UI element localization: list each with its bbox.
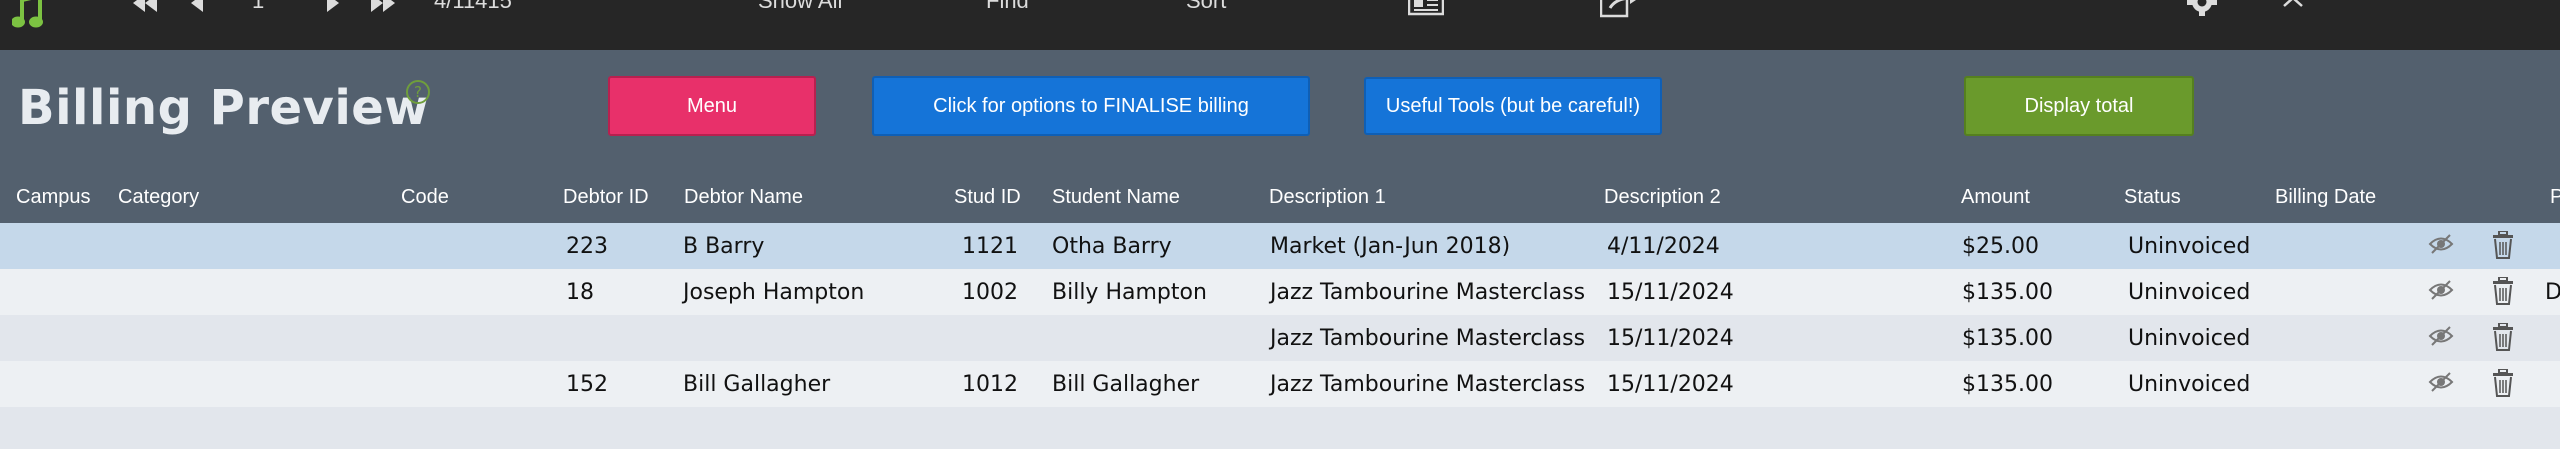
trash-icon[interactable] bbox=[2492, 322, 2514, 356]
table-row[interactable]: 18 Joseph Hampton 1002 Billy Hampton Jaz… bbox=[0, 269, 2560, 315]
description-2-cell[interactable]: 15/11/2024 bbox=[1607, 280, 1734, 305]
stud-id-cell[interactable]: 1012 bbox=[962, 372, 1018, 397]
column-header-category[interactable]: Category bbox=[118, 186, 199, 209]
show-all-button[interactable]: Show All bbox=[758, 0, 842, 12]
menu-button[interactable]: Menu bbox=[608, 76, 816, 136]
stud-id-cell[interactable]: 1121 bbox=[962, 234, 1018, 259]
help-icon[interactable]: ? bbox=[406, 80, 430, 104]
header-panel: Billing Preview ? Menu Click for options… bbox=[0, 50, 2560, 223]
column-header-status[interactable]: Status bbox=[2124, 186, 2181, 209]
close-icon[interactable] bbox=[2282, 0, 2304, 12]
sort-button[interactable]: Sort bbox=[1186, 0, 1226, 12]
status-cell[interactable]: Uninvoiced bbox=[2128, 234, 2250, 259]
extra-cell: D bbox=[2545, 280, 2560, 305]
debtor-name-cell[interactable]: B Barry bbox=[683, 234, 764, 259]
trash-icon[interactable] bbox=[2492, 276, 2514, 310]
description-2-cell[interactable]: 15/11/2024 bbox=[1607, 372, 1734, 397]
contact-card-icon[interactable] bbox=[1408, 0, 1444, 16]
description-2-cell[interactable]: 15/11/2024 bbox=[1607, 326, 1734, 351]
column-header-debtor-name[interactable]: Debtor Name bbox=[684, 186, 803, 209]
column-header-description-1[interactable]: Description 1 bbox=[1269, 186, 1386, 209]
student-name-cell[interactable]: Bill Gallagher bbox=[1052, 372, 1199, 397]
prev-record-icon[interactable] bbox=[190, 0, 204, 12]
page-title: Billing Preview bbox=[18, 80, 430, 136]
find-button[interactable]: Find bbox=[986, 0, 1029, 12]
status-cell[interactable]: Uninvoiced bbox=[2128, 326, 2250, 351]
column-header-description-2[interactable]: Description 2 bbox=[1604, 186, 1721, 209]
debtor-name-cell[interactable]: Joseph Hampton bbox=[683, 280, 864, 305]
hide-icon[interactable] bbox=[2428, 323, 2454, 354]
first-record-icon[interactable] bbox=[132, 0, 158, 12]
status-cell[interactable]: Uninvoiced bbox=[2128, 372, 2250, 397]
description-1-cell[interactable]: Jazz Tambourine Masterclass bbox=[1270, 326, 1585, 351]
record-count: 4/11415 bbox=[434, 0, 512, 13]
finalise-billing-button[interactable]: Click for options to FINALISE billing bbox=[872, 76, 1310, 136]
debtor-name-cell[interactable]: Bill Gallagher bbox=[683, 372, 830, 397]
gear-icon[interactable] bbox=[2186, 0, 2218, 20]
student-name-cell[interactable]: Otha Barry bbox=[1052, 234, 1172, 259]
table-row[interactable]: 223 B Barry 1121 Otha Barry Market (Jan-… bbox=[0, 223, 2560, 269]
debtor-id-cell[interactable]: 18 bbox=[566, 280, 594, 305]
useful-tools-button[interactable]: Useful Tools (but be careful!) bbox=[1364, 77, 1662, 135]
column-header-code[interactable]: Code bbox=[401, 186, 449, 209]
hide-icon[interactable] bbox=[2428, 231, 2454, 262]
column-header-stud-id[interactable]: Stud ID bbox=[954, 186, 1021, 209]
description-2-cell[interactable]: 4/11/2024 bbox=[1607, 234, 1720, 259]
last-record-icon[interactable] bbox=[370, 0, 396, 12]
record-number-input[interactable]: 1 bbox=[252, 0, 264, 12]
description-1-cell[interactable]: Market (Jan-Jun 2018) bbox=[1270, 234, 1510, 259]
debtor-id-cell[interactable]: 152 bbox=[566, 372, 608, 397]
table-row[interactable]: 152 Bill Gallagher 1012 Bill Gallagher J… bbox=[0, 361, 2560, 407]
debtor-id-cell[interactable]: 223 bbox=[566, 234, 608, 259]
table-row[interactable]: Jazz Tambourine Masterclass 15/11/2024 $… bbox=[0, 315, 2560, 361]
column-header-student-name[interactable]: Student Name bbox=[1052, 186, 1180, 209]
hide-icon[interactable] bbox=[2428, 369, 2454, 400]
amount-cell[interactable]: $135.00 bbox=[1962, 280, 2053, 305]
column-header-extra[interactable]: P bbox=[2550, 186, 2560, 209]
display-total-button[interactable]: Display total bbox=[1964, 76, 2194, 136]
description-1-cell[interactable]: Jazz Tambourine Masterclass bbox=[1270, 280, 1585, 305]
hide-icon[interactable] bbox=[2428, 277, 2454, 308]
status-cell[interactable]: Uninvoiced bbox=[2128, 280, 2250, 305]
music-note-icon bbox=[11, 0, 68, 35]
stud-id-cell[interactable]: 1002 bbox=[962, 280, 1018, 305]
column-header-debtor-id[interactable]: Debtor ID bbox=[563, 186, 649, 209]
trash-icon[interactable] bbox=[2492, 368, 2514, 402]
column-header-billing-date[interactable]: Billing Date bbox=[2275, 186, 2376, 209]
empty-table-area bbox=[0, 407, 2560, 449]
student-name-cell[interactable]: Billy Hampton bbox=[1052, 280, 1207, 305]
top-toolbar: 1 4/11415 Show All Find Sort bbox=[0, 0, 2560, 50]
column-header-campus[interactable]: Campus bbox=[16, 186, 90, 209]
amount-cell[interactable]: $25.00 bbox=[1962, 234, 2039, 259]
trash-icon[interactable] bbox=[2492, 230, 2514, 264]
next-record-icon[interactable] bbox=[326, 0, 340, 12]
column-header-amount[interactable]: Amount bbox=[1961, 186, 2030, 209]
share-icon[interactable] bbox=[1600, 0, 1640, 18]
amount-cell[interactable]: $135.00 bbox=[1962, 372, 2053, 397]
amount-cell[interactable]: $135.00 bbox=[1962, 326, 2053, 351]
description-1-cell[interactable]: Jazz Tambourine Masterclass bbox=[1270, 372, 1585, 397]
